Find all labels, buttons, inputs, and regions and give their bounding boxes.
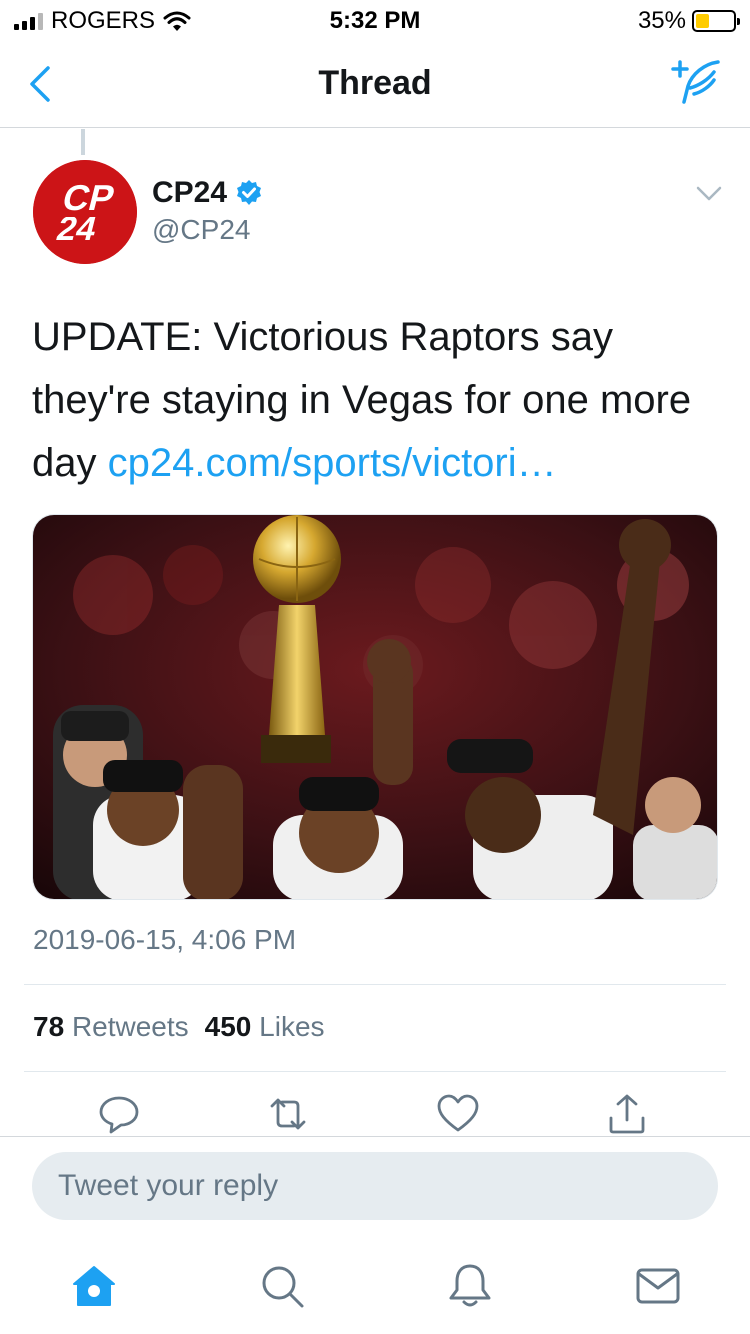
search-icon[interactable] [258, 1262, 306, 1310]
likes-count: 450 [204, 1011, 252, 1042]
cp24-logo: CP 24 [33, 160, 137, 264]
status-bar: ROGERS 5:32 PM 35% [0, 0, 750, 40]
thread-connector-line [81, 129, 85, 155]
navigation-bar: Thread [0, 40, 750, 128]
like-heart-icon[interactable] [434, 1092, 482, 1136]
author-name-row[interactable]: CP24 [152, 176, 263, 210]
display-name[interactable]: CP24 [152, 176, 227, 210]
divider [24, 984, 726, 985]
verified-badge-icon [237, 180, 262, 205]
avatar[interactable]: CP 24 [33, 160, 137, 264]
reply-icon[interactable] [95, 1092, 143, 1136]
retweets-stat[interactable]: 78 Retweets [33, 1011, 189, 1043]
battery-percent: 35% [637, 7, 686, 34]
retweets-label: Retweets [71, 1011, 189, 1042]
retweets-count: 78 [33, 1011, 65, 1042]
compose-tweet-icon[interactable] [668, 58, 724, 110]
tweet-timestamp: 2019-06-15, 4:06 PM [33, 924, 297, 955]
envelope-icon[interactable] [634, 1262, 682, 1310]
tweet-actions [0, 1092, 750, 1136]
screen: ROGERS 5:32 PM 35% Thread CP 24 CP24 @CP… [0, 0, 750, 1334]
chevron-down-icon[interactable] [692, 180, 726, 208]
tab-bar [0, 1248, 750, 1320]
tweet-text: UPDATE: Victorious Raptors say they're s… [32, 306, 722, 495]
tweet-media-image[interactable] [32, 514, 718, 900]
battery-icon [692, 10, 740, 32]
reply-input[interactable] [32, 1152, 718, 1220]
likes-label: Likes [259, 1011, 325, 1042]
user-handle[interactable]: @CP24 [152, 214, 250, 246]
likes-stat[interactable]: 450 Likes [205, 1011, 325, 1043]
share-icon[interactable] [603, 1092, 651, 1136]
reply-divider [0, 1136, 750, 1137]
tweet-stats: 78 Retweets 450 Likes [33, 1011, 325, 1043]
tweet-link[interactable]: cp24.com/sports/victori… [108, 441, 557, 485]
home-icon[interactable] [70, 1262, 118, 1310]
retweet-icon[interactable] [264, 1092, 312, 1136]
battery-group: 35% [637, 7, 740, 35]
divider [24, 1071, 726, 1072]
bell-icon[interactable] [446, 1262, 494, 1310]
page-title: Thread [318, 64, 432, 102]
